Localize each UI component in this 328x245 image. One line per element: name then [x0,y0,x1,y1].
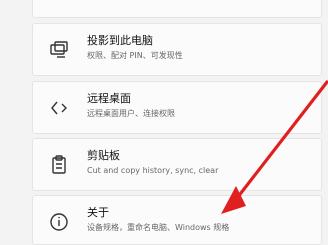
clipboard-icon [47,153,71,177]
settings-item-about[interactable]: 关于 设备规格，重命名电脑、Windows 规格 [32,195,322,245]
previous-settings-card[interactable] [32,0,322,18]
settings-item-subtitle: 远程桌面用户、连接权限 [87,109,175,118]
info-icon [47,210,71,234]
settings-item-subtitle: 设备规格，重命名电脑、Windows 规格 [87,223,230,232]
settings-item-title: 关于 [87,206,109,219]
settings-item-clipboard[interactable]: 剪贴板 Cut and copy history, sync, clear [32,138,322,191]
settings-item-subtitle: Cut and copy history, sync, clear [87,166,219,175]
settings-item-subtitle: 权限、配对 PIN、可发现性 [87,51,183,60]
project-to-pc-icon [47,38,71,62]
remote-desktop-icon [47,96,71,120]
settings-item-project-to-pc[interactable]: 投影到此电脑 权限、配对 PIN、可发现性 [32,23,322,76]
settings-item-title: 远程桌面 [87,92,131,105]
system-settings-list: 投影到此电脑 权限、配对 PIN、可发现性 远程桌面 远程桌面用户、连接权限 剪… [32,0,322,245]
settings-item-title: 投影到此电脑 [87,34,153,47]
settings-item-remote-desktop[interactable]: 远程桌面 远程桌面用户、连接权限 [32,81,322,134]
settings-item-title: 剪贴板 [87,149,120,162]
